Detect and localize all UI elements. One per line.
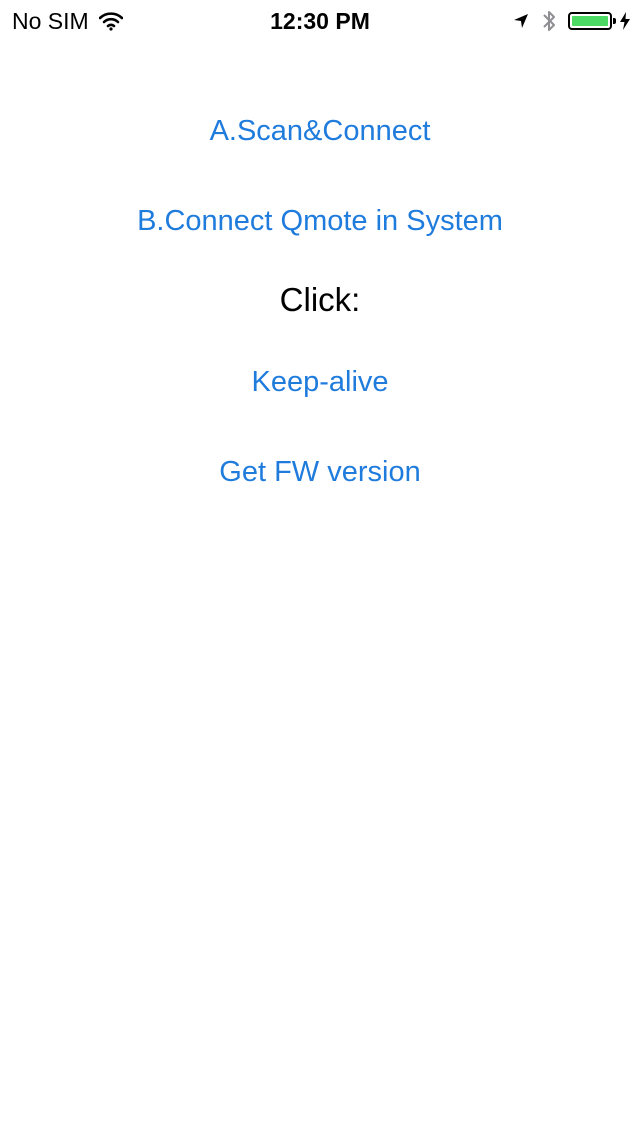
- status-bar: No SIM 12:30 PM: [0, 0, 640, 40]
- keep-alive-button[interactable]: Keep-alive: [0, 362, 640, 402]
- get-fw-version-button[interactable]: Get FW version: [0, 452, 640, 492]
- charging-icon: [620, 12, 630, 30]
- location-icon: [512, 12, 530, 30]
- status-right: [512, 7, 630, 35]
- battery-icon: [568, 12, 616, 30]
- bluetooth-icon: [542, 9, 556, 33]
- click-label: Click:: [279, 281, 361, 318]
- scan-connect-button[interactable]: A.Scan&Connect: [0, 111, 640, 151]
- battery-tip: [613, 18, 616, 24]
- connect-qmote-system-button[interactable]: B.Connect Qmote in System: [0, 201, 640, 241]
- battery-level-fill: [572, 16, 608, 26]
